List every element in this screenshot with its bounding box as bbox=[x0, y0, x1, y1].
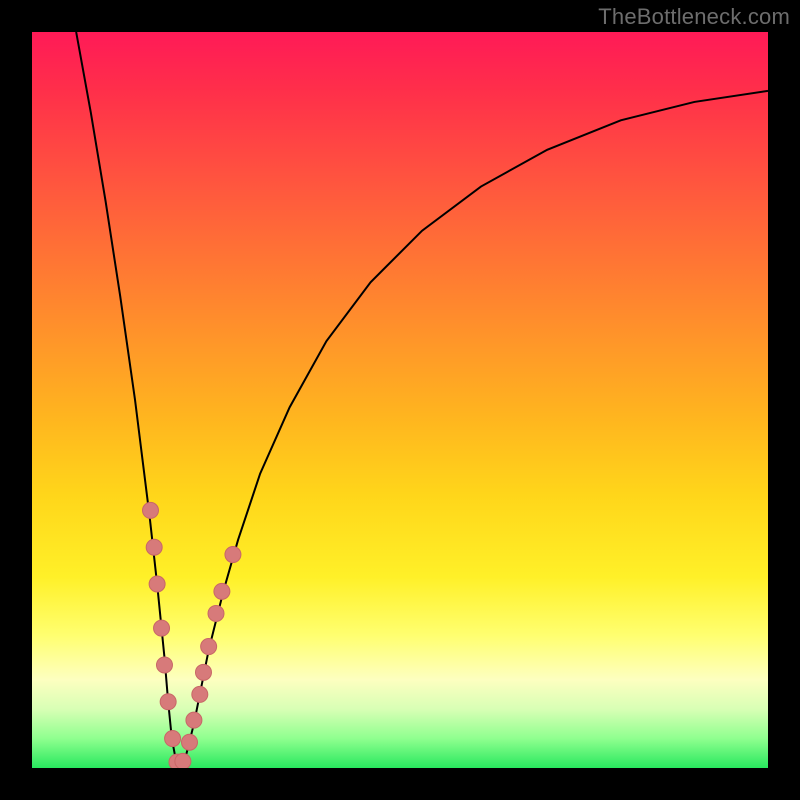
marker-group bbox=[143, 502, 241, 768]
data-marker bbox=[186, 712, 202, 728]
data-marker bbox=[160, 694, 176, 710]
watermark-text: TheBottleneck.com bbox=[598, 4, 790, 30]
data-marker bbox=[146, 539, 162, 555]
data-marker bbox=[165, 731, 181, 747]
data-marker bbox=[154, 620, 170, 636]
data-marker bbox=[208, 605, 224, 621]
data-marker bbox=[192, 686, 208, 702]
chart-frame: TheBottleneck.com bbox=[0, 0, 800, 800]
data-marker bbox=[175, 753, 191, 768]
data-marker bbox=[182, 734, 198, 750]
chart-svg bbox=[32, 32, 768, 768]
data-marker bbox=[143, 502, 159, 518]
data-marker bbox=[195, 664, 211, 680]
data-marker bbox=[156, 657, 172, 673]
data-marker bbox=[201, 639, 217, 655]
plot-area bbox=[32, 32, 768, 768]
data-marker bbox=[214, 583, 230, 599]
bottleneck-curve bbox=[76, 32, 768, 764]
data-marker bbox=[149, 576, 165, 592]
data-marker bbox=[225, 547, 241, 563]
